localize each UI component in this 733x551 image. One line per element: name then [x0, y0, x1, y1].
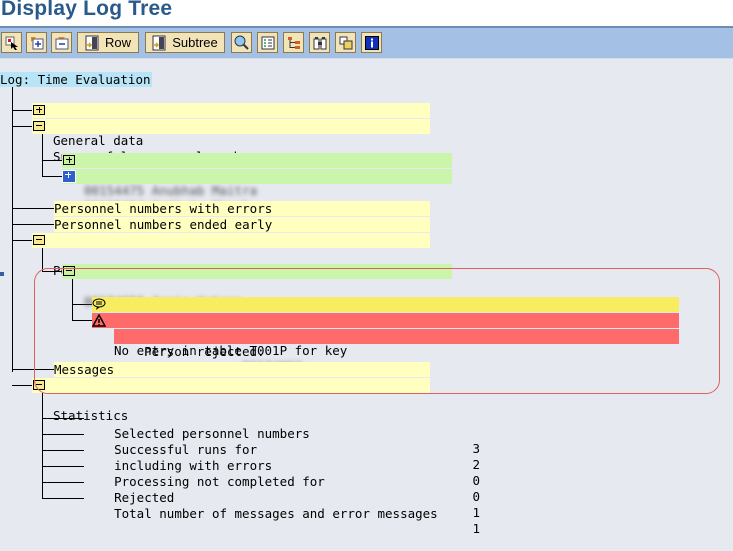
stat-row: Selected personnel numbers 3: [84, 411, 484, 456]
tree-connector: [12, 110, 32, 111]
title-bar: Display Log Tree: [0, 0, 733, 26]
folder-open-icon[interactable]: [33, 380, 45, 390]
tree-node-rejected[interactable]: Personnel Numbers Rejected: [32, 233, 430, 278]
tree-node-ended-early[interactable]: Personnel numbers ended early: [54, 217, 430, 232]
binoculars-icon: [313, 36, 327, 50]
binoculars-button[interactable]: [309, 32, 330, 53]
log-tree: Log: Time Evaluation General data Succes…: [0, 58, 733, 536]
find-button[interactable]: [231, 32, 252, 53]
folder-closed-icon[interactable]: [63, 155, 75, 165]
tree-node-general-data[interactable]: General data: [32, 103, 430, 148]
stat-row: Successful runs for 2: [84, 427, 484, 472]
speech-bubble-icon: [92, 298, 106, 314]
tree-connector: [12, 224, 54, 225]
find-icon: [234, 35, 249, 50]
tree-node-person[interactable]: 00155404 Sudipta Ghosh: [62, 169, 452, 214]
tree-node-rejected-person[interactable]: 00174050 Jarin Yataen: [62, 264, 452, 309]
folder-closed-icon[interactable]: [33, 105, 45, 115]
select-button[interactable]: [1, 32, 22, 53]
subtree-icon: [152, 35, 166, 51]
toolbar: Row Subtree: [0, 28, 733, 59]
stat-value: 1: [472, 505, 480, 520]
stat-label: Total number of messages and error messa…: [114, 506, 438, 521]
tree-connector: [42, 466, 84, 467]
tree-node-messages[interactable]: Messages: [54, 362, 430, 377]
details-button[interactable]: [257, 32, 278, 53]
details-icon: [261, 36, 275, 50]
stat-row: Total number of messages and error messa…: [84, 491, 484, 536]
expand-button[interactable]: [26, 32, 47, 53]
tree-node-with-errors[interactable]: Personnel numbers with errors: [54, 201, 430, 216]
info-button[interactable]: [361, 32, 382, 53]
hierarchy-icon: [287, 36, 301, 50]
tree-connector: [42, 482, 84, 483]
info-icon: [364, 35, 379, 50]
tree-connector: [12, 369, 54, 370]
message-label: Person rejected:: [144, 344, 265, 359]
expand-icon: [30, 36, 44, 50]
folder-open-icon[interactable]: [33, 121, 45, 131]
tree-connector: [12, 126, 32, 127]
layout-button[interactable]: [335, 32, 356, 53]
message-person-rejected[interactable]: Person rejected: 00174050: [114, 329, 679, 374]
tree-connector: [12, 385, 32, 386]
tree-connector: [42, 434, 84, 435]
tree-line-root: [12, 86, 13, 372]
stat-row: including with errors 0: [84, 443, 484, 488]
folder-open-icon[interactable]: [33, 235, 45, 245]
tree-connector: [12, 240, 32, 241]
subtree-button-label: Subtree: [172, 35, 218, 50]
tree-connector: [12, 208, 54, 209]
stat-value: 1: [472, 521, 480, 536]
hierarchy-button[interactable]: [283, 32, 304, 53]
tree-connector: [42, 450, 84, 451]
layout-icon: [339, 36, 353, 50]
message-caution[interactable]: Caution: Start of processing set from 20…: [92, 297, 679, 342]
tree-node-person[interactable]: 00154475 Anubhab Maitra: [62, 153, 452, 198]
select-icon: [5, 36, 19, 50]
folder-closed-icon[interactable]: [62, 170, 76, 183]
tree-node-statistics[interactable]: Statistics: [32, 378, 430, 423]
collapse-button[interactable]: [51, 32, 72, 53]
stat-row: Rejected 1: [84, 475, 484, 520]
row-button-label: Row: [104, 35, 131, 50]
tree-root[interactable]: Log: Time Evaluation: [0, 72, 152, 87]
subtree-button[interactable]: Subtree: [145, 32, 225, 53]
row-button[interactable]: Row: [77, 32, 139, 53]
folder-open-icon[interactable]: [63, 266, 75, 276]
message-error[interactable]: No entry in table T001P for key: [91, 313, 679, 358]
page-title: Display Log Tree: [1, 0, 173, 20]
stat-row: Processing not completed for 0: [84, 459, 484, 504]
tree-node-successful[interactable]: Successful personnel numbers: [32, 119, 430, 164]
row-icon: [85, 35, 99, 51]
warning-triangle-icon: [91, 313, 107, 330]
node-label: General data: [53, 133, 144, 148]
node-label: 00154475 Anubhab Maitra: [84, 183, 258, 198]
tree-connector: [42, 498, 84, 499]
collapse-icon: [55, 36, 69, 50]
